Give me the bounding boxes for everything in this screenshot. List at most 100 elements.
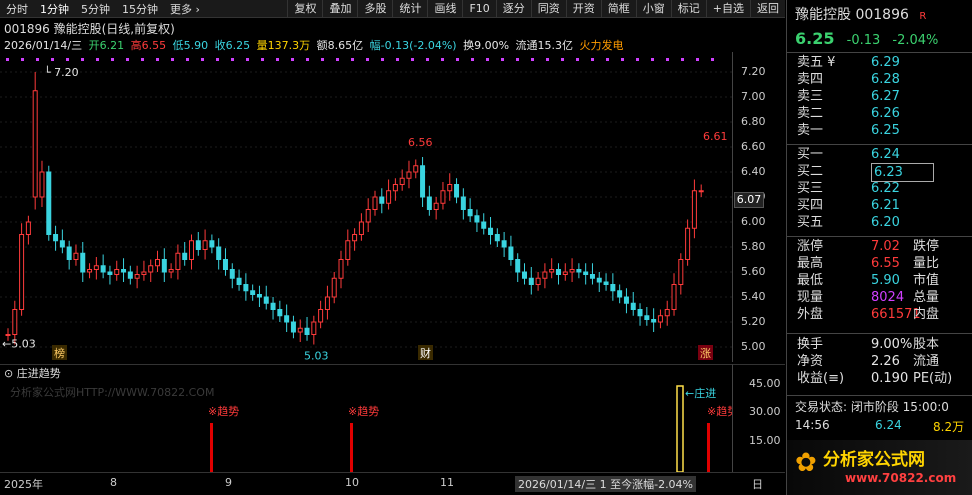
draw-line-button[interactable]: 画线: [427, 0, 462, 18]
signal-dot: [381, 58, 384, 61]
candle-body: [420, 165, 426, 198]
tab-15min[interactable]: 15分钟: [116, 1, 164, 17]
overlay-button[interactable]: 叠加: [322, 0, 357, 18]
candle-body: [66, 246, 72, 260]
stat-row: 收益(≡) 0.190 PE(动): [787, 370, 972, 387]
candle-body: [474, 215, 480, 223]
ask-row: 卖四 6.28: [787, 71, 972, 88]
ask-row: 卖二 6.26: [787, 105, 972, 122]
simple-frame-button[interactable]: 简框: [600, 0, 636, 18]
multi-stock-button[interactable]: 多股: [357, 0, 392, 18]
candle-body: [134, 274, 140, 279]
signal-dot: [636, 58, 639, 61]
candle-body: [12, 309, 18, 335]
price-tick: 6.80: [741, 115, 766, 128]
candle-body: [73, 252, 79, 260]
candle-body: [358, 221, 364, 235]
price-tick: 6.60: [741, 140, 766, 153]
signal-dot: [276, 58, 279, 61]
collapse-icon[interactable]: ⊙: [4, 367, 13, 380]
signal-dot: [366, 58, 369, 61]
last-price: 6.25: [795, 29, 835, 48]
candle-body: [53, 234, 59, 242]
signal-dot: [486, 58, 489, 61]
signal-dot: [81, 58, 84, 61]
candle-body: [161, 259, 167, 273]
sub-indicator-name[interactable]: 庄进趋势: [17, 367, 61, 380]
stat-row: 现量 8024 总量: [787, 289, 972, 306]
brand-logo: ✿ 分析家公式网 www.70822.com: [787, 440, 972, 495]
ask-label: 卖四: [797, 72, 824, 87]
add-watchlist-button[interactable]: +自选: [705, 0, 750, 18]
trend-signal-label: ※趋势: [208, 405, 239, 418]
bid-row: 买四 6.21: [787, 197, 972, 214]
sub-y-tick: 45.00: [749, 377, 781, 390]
signal-dot: [441, 58, 444, 61]
signal-dot: [501, 58, 504, 61]
candle-body: [644, 315, 650, 320]
candle-body: [610, 284, 616, 292]
mark-button[interactable]: 标记: [670, 0, 706, 18]
signal-dot: [126, 58, 129, 61]
stat-value: 0.190: [871, 371, 909, 386]
candlestick-chart[interactable]: └ 7.20 ←5.03 5.03 6.56 6.61 榜 财 涨: [0, 52, 732, 362]
signal-dot: [651, 58, 654, 61]
signal-dot: [576, 58, 579, 61]
bid-price: 6.22: [871, 181, 900, 196]
x-label: 8: [110, 476, 117, 489]
candle-body: [148, 265, 154, 273]
stats-button[interactable]: 统计: [392, 0, 427, 18]
candle-body: [188, 240, 194, 260]
stats-block-2: 换手 9.00% 股本 净资 2.26 流通 收益(≡) 0.190 PE(动): [787, 336, 972, 387]
marker-label: 榜: [54, 346, 65, 360]
tab-more[interactable]: 更多 ›: [164, 1, 206, 17]
signal-dot: [606, 58, 609, 61]
small-window-button[interactable]: 小窗: [635, 0, 671, 18]
candle-body: [141, 271, 147, 275]
f10-button[interactable]: F10: [462, 0, 495, 18]
stat-value: 8024: [871, 290, 905, 305]
candle-body: [80, 252, 86, 273]
stat-value: 9.00%: [871, 337, 913, 352]
bid-label: 买三: [797, 181, 824, 196]
info-concept: 火力发电: [579, 39, 624, 52]
sub-indicator-chart[interactable]: 分析家公式网HTTP://WWW.70822.COM ※趋势 ※趋势 ※趋势 ←庄进: [0, 380, 732, 472]
restore-rights-button[interactable]: 复权: [287, 0, 322, 18]
candle-body: [651, 319, 657, 323]
candle-body: [555, 269, 561, 275]
candle-body: [460, 196, 466, 210]
candle-body: [46, 171, 52, 235]
price-tick: 7.00: [741, 90, 766, 103]
last-quote: 6.25 -0.13 -2.04%: [795, 29, 938, 48]
candle-body: [515, 259, 521, 273]
candle-body: [229, 269, 235, 279]
tab-1min[interactable]: 1分钟: [34, 1, 75, 17]
tab-5min[interactable]: 5分钟: [75, 1, 116, 17]
signal-dot: [6, 58, 9, 61]
by-minute-button[interactable]: 逐分: [495, 0, 531, 18]
signal-dot: [216, 58, 219, 61]
tab-fenshi[interactable]: 分时: [0, 1, 34, 17]
x-label: 9: [225, 476, 232, 489]
bid-price: 6.20: [871, 215, 900, 230]
stat-label-2: 量比: [913, 256, 940, 271]
same-capital-button[interactable]: 同资: [530, 0, 566, 18]
low-annotation: 5.03: [304, 349, 329, 362]
stat-label: 收益(≡): [797, 371, 845, 386]
candle-body: [447, 184, 453, 192]
x-cursor-label: 2026/01/14/三 1 至今涨幅-2.04%: [515, 476, 697, 492]
x-end-label: 日: [752, 478, 763, 491]
open-capital-button[interactable]: 开资: [565, 0, 601, 18]
price-tick: 6.00: [741, 215, 766, 228]
ask-label: 卖二: [797, 106, 824, 121]
signal-dot: [666, 58, 669, 61]
signal-dot: [711, 58, 714, 61]
info-open: 开6.21: [88, 39, 125, 52]
candle-body: [59, 240, 65, 248]
candle-body: [311, 321, 317, 335]
signal-dot: [171, 58, 174, 61]
back-button[interactable]: 返回: [750, 0, 785, 18]
candle-body: [19, 234, 25, 310]
ask-row: 卖三 6.27: [787, 88, 972, 105]
trend-signal-bar: [707, 423, 710, 472]
